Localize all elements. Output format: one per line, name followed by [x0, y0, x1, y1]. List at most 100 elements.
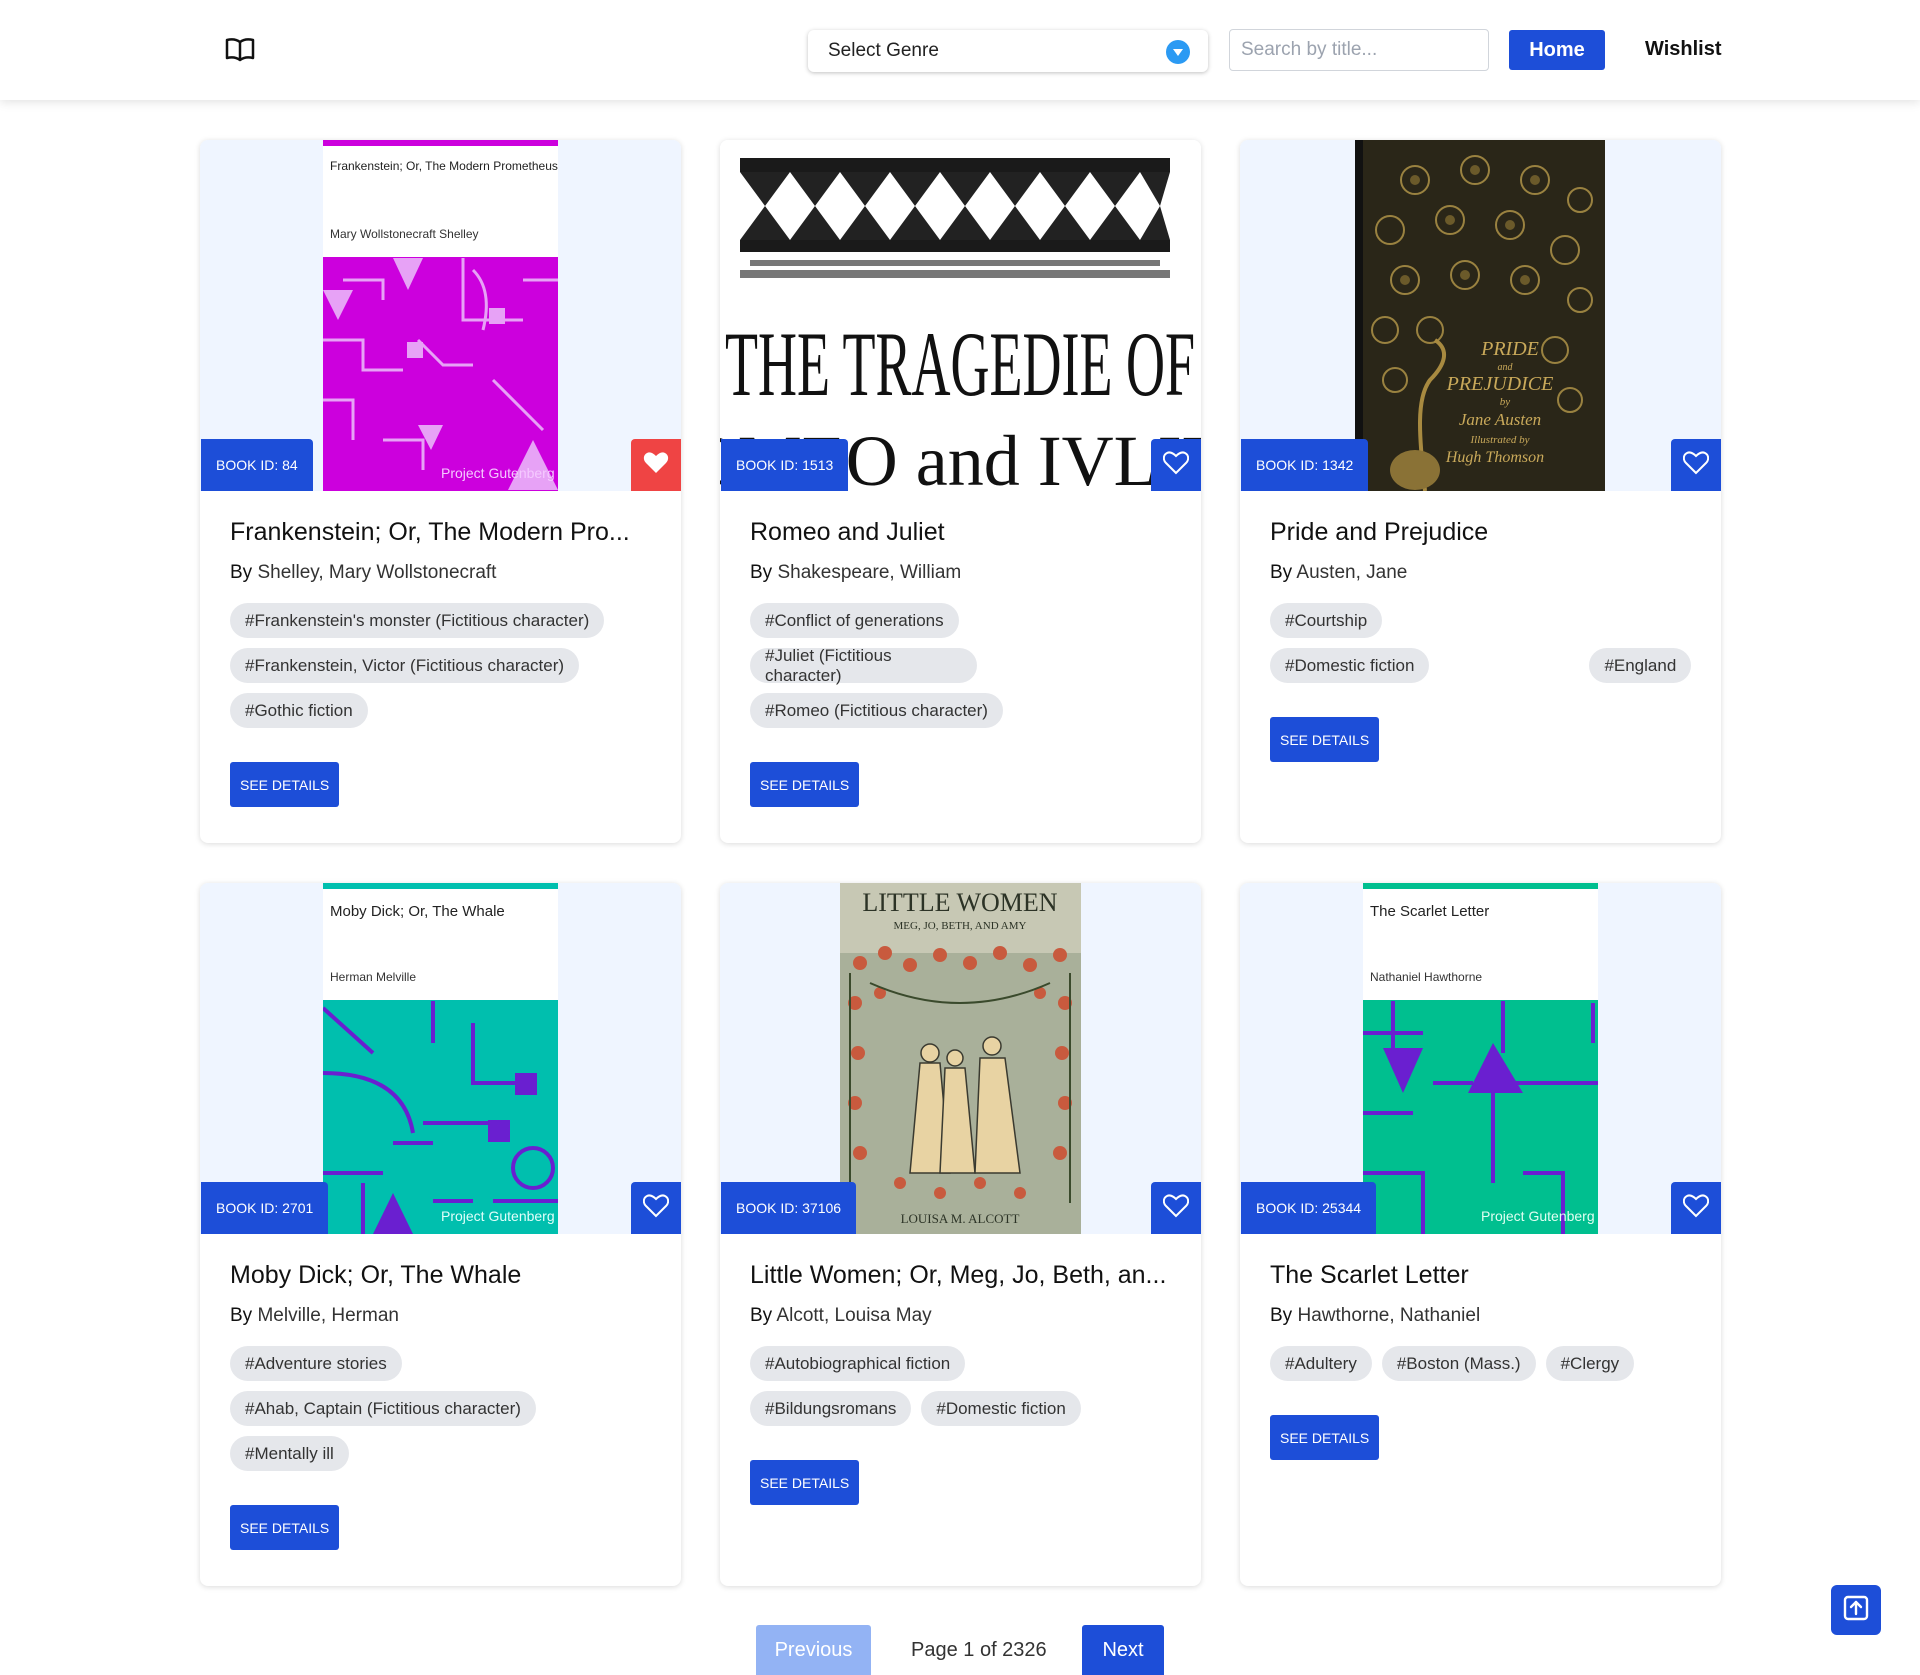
book-title[interactable]: The Scarlet Letter: [1270, 1261, 1697, 1290]
book-cover-image: Frankenstein; Or, The Modern Prometheus …: [323, 140, 558, 491]
tag-chip[interactable]: #Courtship: [1270, 603, 1383, 638]
cover-line-7: Hugh Thomson: [1445, 449, 1544, 466]
tag-chip[interactable]: #Ahab, Captain (Fictitious character): [230, 1391, 536, 1426]
page-indicator: Page 1 of 2326: [911, 1639, 1047, 1661]
author-prefix: By: [230, 562, 253, 583]
tag-chip[interactable]: #Frankenstein's monster (Fictitious char…: [230, 603, 605, 638]
cover-author: Mary Wollstonecraft Shelley: [330, 227, 479, 241]
top-navbar: Select Genre Home Wishlist: [0, 0, 1920, 100]
wishlist-toggle-button[interactable]: [1671, 439, 1721, 491]
cover-title: LITTLE WOMEN: [862, 888, 1057, 917]
cover-author: LOUISA M. ALCOTT: [901, 1211, 1020, 1226]
tag-chip[interactable]: #Domestic fiction: [1270, 648, 1430, 683]
book-title[interactable]: Little Women; Or, Meg, Jo, Beth, an...: [750, 1261, 1177, 1290]
tag-chip[interactable]: #Adventure stories: [230, 1346, 402, 1381]
book-cover-image: PRIDE and PREJUDICE by Jane Austen Illus…: [1355, 140, 1605, 491]
heart-icon: [1682, 1193, 1710, 1223]
tag-chip[interactable]: #Frankenstein, Victor (Fictitious charac…: [230, 648, 580, 683]
book-author: By Melville, Herman: [230, 1305, 657, 1327]
book-cover-image: Moby Dick; Or, The Whale Herman Melville: [323, 883, 558, 1234]
tag-chip[interactable]: #Gothic fiction: [230, 693, 368, 728]
book-title[interactable]: Frankenstein; Or, The Modern Pro...: [230, 518, 657, 547]
cover-line-6: Illustrated by: [1470, 434, 1530, 446]
arrow-up-icon: [1843, 1595, 1869, 1626]
book-author: By Shakespeare, William: [750, 562, 1177, 584]
cover-subtitle: MEG, JO, BETH, AND AMY: [894, 920, 1027, 932]
book-card: PRIDE and PREJUDICE by Jane Austen Illus…: [1240, 140, 1721, 843]
genre-select[interactable]: Select Genre: [808, 30, 1208, 72]
wishlist-link[interactable]: Wishlist: [1645, 38, 1722, 61]
card-body: Pride and Prejudice By Austen, Jane #Cou…: [1270, 491, 1697, 762]
card-body: Romeo and Juliet By Shakespeare, William…: [750, 491, 1177, 807]
tag-chip[interactable]: #Autobiographical fiction: [750, 1346, 966, 1381]
tag-list: #Adultery #Boston (Mass.) #Clergy: [1270, 1346, 1697, 1381]
book-card: THE TRAGEDIE OF ROMEO and IVLIET. BOOK I…: [720, 140, 1201, 843]
wishlist-toggle-button[interactable]: [631, 1182, 681, 1234]
cover-line-2: and: [1498, 362, 1514, 373]
book-title[interactable]: Pride and Prejudice: [1270, 518, 1697, 547]
card-body: Little Women; Or, Meg, Jo, Beth, an... B…: [750, 1234, 1177, 1505]
open-book-icon[interactable]: [225, 36, 255, 64]
author-name: Shelley, Mary Wollstonecraft: [257, 562, 497, 583]
tag-chip[interactable]: #Bildungsromans: [750, 1391, 912, 1426]
cover-area: PRIDE and PREJUDICE by Jane Austen Illus…: [1240, 140, 1721, 491]
book-cover-image: The Scarlet Letter Nathaniel Hawthorne P…: [1363, 883, 1598, 1234]
cover-line-1: PRIDE: [1480, 338, 1539, 360]
book-author: By Hawthorne, Nathaniel: [1270, 1305, 1697, 1327]
search-input[interactable]: [1229, 29, 1489, 71]
wishlist-toggle-button[interactable]: [1151, 1182, 1201, 1234]
cover-title: Frankenstein; Or, The Modern Prometheus: [330, 159, 558, 173]
tag-chip[interactable]: #Mentally ill: [230, 1436, 349, 1471]
next-page-button[interactable]: Next: [1082, 1625, 1164, 1675]
heart-icon: [1162, 450, 1190, 480]
see-details-button[interactable]: SEE DETAILS: [1270, 717, 1380, 762]
see-details-button[interactable]: SEE DETAILS: [230, 1505, 340, 1550]
scroll-to-top-button[interactable]: [1831, 1585, 1881, 1635]
heart-icon: [1682, 450, 1710, 480]
tag-chip[interactable]: #Boston (Mass.): [1381, 1346, 1536, 1381]
book-title[interactable]: Moby Dick; Or, The Whale: [230, 1261, 657, 1290]
book-card: LITTLE WOMEN MEG, JO, BETH, AND AMY LOUI…: [720, 883, 1201, 1586]
tag-chip[interactable]: #Juliet (Fictitious character): [750, 646, 977, 685]
tag-list: #Frankenstein's monster (Fictitious char…: [230, 603, 657, 728]
tag-chip[interactable]: #Clergy: [1545, 1346, 1635, 1381]
author-prefix: By: [1270, 562, 1293, 583]
cover-area: LITTLE WOMEN MEG, JO, BETH, AND AMY LOUI…: [720, 883, 1201, 1234]
book-author: By Shelley, Mary Wollstonecraft: [230, 562, 657, 584]
tag-chip[interactable]: #Adultery: [1270, 1346, 1372, 1381]
author-name: Alcott, Louisa May: [776, 1305, 932, 1326]
tag-list: #Courtship #Domestic fiction #England: [1270, 603, 1697, 683]
see-details-button[interactable]: SEE DETAILS: [1270, 1415, 1380, 1460]
author-name: Hawthorne, Nathaniel: [1297, 1305, 1481, 1326]
tag-chip[interactable]: #Conflict of generations: [750, 603, 959, 638]
previous-page-button[interactable]: Previous: [756, 1625, 871, 1675]
tag-chip[interactable]: #England: [1589, 648, 1692, 683]
chevron-down-icon: [1166, 40, 1190, 64]
cover-publisher: Project Gutenberg: [1481, 1208, 1595, 1224]
heart-icon: [643, 451, 669, 480]
cover-line-5: Jane Austen: [1459, 410, 1541, 429]
wishlist-toggle-button[interactable]: [1671, 1182, 1721, 1234]
cover-line-3: PREJUDICE: [1446, 373, 1554, 395]
heart-icon: [642, 1193, 670, 1223]
see-details-button[interactable]: SEE DETAILS: [750, 1460, 860, 1505]
card-body: Moby Dick; Or, The Whale By Melville, He…: [230, 1234, 657, 1550]
see-details-button[interactable]: SEE DETAILS: [230, 762, 340, 807]
book-id-badge: BOOK ID: 37106: [721, 1182, 857, 1234]
cover-area: Frankenstein; Or, The Modern Prometheus …: [200, 140, 681, 491]
author-prefix: By: [750, 562, 773, 583]
wishlist-toggle-button[interactable]: [631, 439, 681, 491]
book-title[interactable]: Romeo and Juliet: [750, 518, 1177, 547]
heart-icon: [1162, 1193, 1190, 1223]
author-name: Austen, Jane: [1296, 562, 1408, 583]
see-details-button[interactable]: SEE DETAILS: [750, 762, 860, 807]
book-author: By Austen, Jane: [1270, 562, 1697, 584]
author-prefix: By: [1270, 1305, 1293, 1326]
tag-list: #Adventure stories #Ahab, Captain (Ficti…: [230, 1346, 657, 1471]
wishlist-toggle-button[interactable]: [1151, 439, 1201, 491]
cover-area: The Scarlet Letter Nathaniel Hawthorne P…: [1240, 883, 1721, 1234]
home-button[interactable]: Home: [1509, 30, 1605, 70]
tag-chip[interactable]: #Romeo (Fictitious character): [750, 693, 1003, 728]
cover-area: THE TRAGEDIE OF ROMEO and IVLIET. BOOK I…: [720, 140, 1201, 491]
tag-chip[interactable]: #Domestic fiction: [921, 1391, 1081, 1426]
